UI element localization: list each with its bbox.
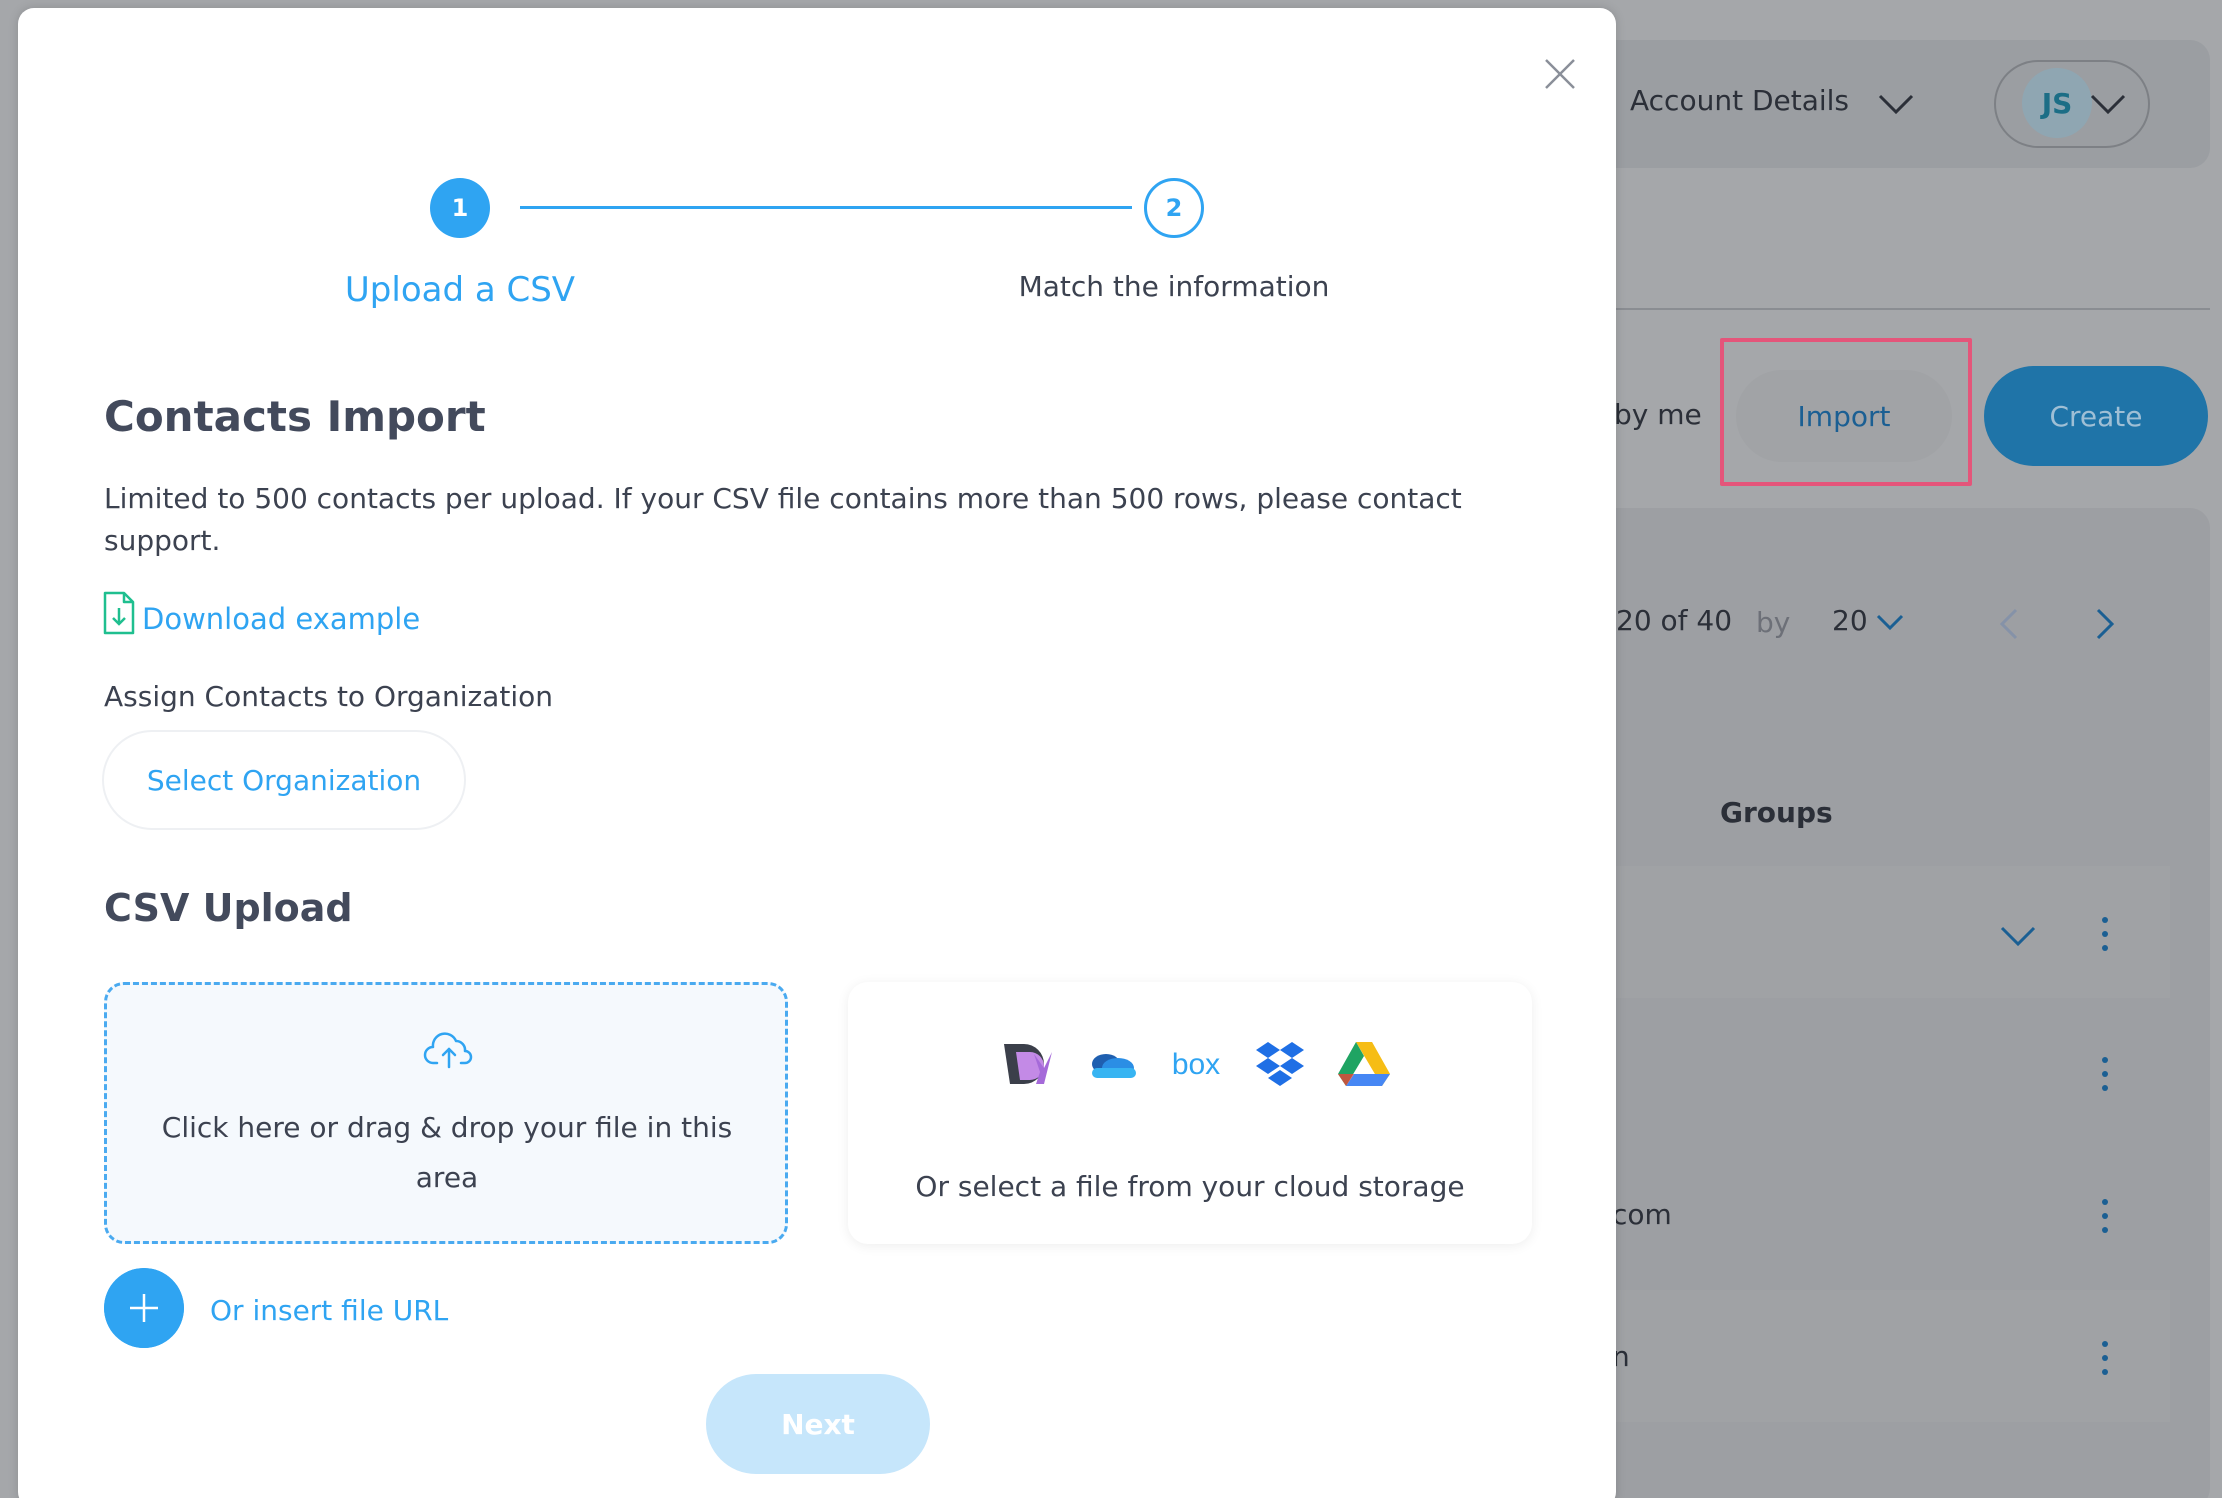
chevron-left-icon[interactable] (1996, 606, 2020, 642)
upload-limit-description: Limited to 500 contacts per upload. If y… (104, 482, 1462, 557)
step-2-label: Match the information (1018, 270, 1330, 303)
dropzone-instructions: Click here or drag & drop your file in t… (161, 1111, 733, 1194)
cloud-storage-card: box Or select a file from your cloud sto… (848, 982, 1532, 1244)
step-2-indicator: 2 (1144, 178, 1204, 238)
insert-file-url-link[interactable]: Or insert file URL (210, 1294, 448, 1327)
step-1-label: Upload a CSV (344, 270, 576, 310)
box-logo-text: box (1172, 1048, 1220, 1081)
chevron-down-icon[interactable] (2000, 924, 2036, 948)
avatar[interactable]: JS (2022, 68, 2092, 138)
chevron-down-icon[interactable] (2090, 92, 2126, 116)
kebab-menu-icon[interactable] (2100, 1340, 2110, 1376)
account-details-menu[interactable]: Account Details (1630, 84, 1849, 117)
chevron-right-icon[interactable] (2094, 606, 2118, 642)
download-example-label[interactable]: Download example (142, 602, 420, 636)
stepper-line (520, 206, 1132, 209)
dropbox-icon[interactable] (1252, 1038, 1308, 1090)
cloud-upload-icon (423, 1032, 473, 1069)
next-button[interactable]: Next (706, 1374, 930, 1474)
kebab-menu-icon[interactable] (2100, 1056, 2110, 1092)
assign-organization-label: Assign Contacts to Organization (104, 680, 553, 713)
box-icon[interactable]: box (1168, 1038, 1224, 1090)
dubsado-icon[interactable] (1000, 1038, 1056, 1090)
add-url-button[interactable] (104, 1268, 184, 1348)
import-highlight-box (1720, 338, 1972, 486)
google-drive-icon[interactable] (1336, 1038, 1392, 1090)
kebab-menu-icon[interactable] (2100, 916, 2110, 952)
onedrive-icon[interactable] (1084, 1038, 1140, 1090)
table-row[interactable] (1560, 1290, 2170, 1422)
kebab-menu-icon[interactable] (2100, 1198, 2110, 1234)
download-example-link[interactable]: Download example (102, 588, 420, 636)
groups-column-header: Groups (1720, 796, 1833, 829)
step-1-indicator: 1 (430, 178, 490, 238)
file-dropzone[interactable]: Click here or drag & drop your file in t… (104, 982, 788, 1244)
cloud-provider-icons: box (1000, 1034, 1392, 1094)
table-row[interactable] (1560, 866, 2170, 998)
csv-upload-heading: CSV Upload (104, 886, 353, 930)
close-icon[interactable] (1540, 54, 1580, 94)
divider (1560, 308, 2210, 310)
filter-created-by-me[interactable]: by me (1614, 398, 1702, 431)
file-download-icon (103, 591, 135, 635)
pagination-by-label: by (1756, 606, 1791, 639)
chevron-down-icon[interactable] (1878, 92, 1914, 116)
create-button[interactable]: Create (1984, 366, 2208, 466)
pagination-count: 20 of 40 (1616, 604, 1733, 637)
per-page-select[interactable]: 20 (1832, 604, 1868, 637)
cloud-storage-label: Or select a file from your cloud storage (915, 1170, 1465, 1203)
modal-title: Contacts Import (104, 392, 486, 441)
chevron-down-icon[interactable] (1876, 612, 1904, 632)
row-email-text: com (1612, 1198, 1672, 1231)
contacts-import-modal: 1 2 Upload a CSV Match the information C… (18, 8, 1616, 1498)
select-organization-button[interactable]: Select Organization (102, 730, 466, 830)
